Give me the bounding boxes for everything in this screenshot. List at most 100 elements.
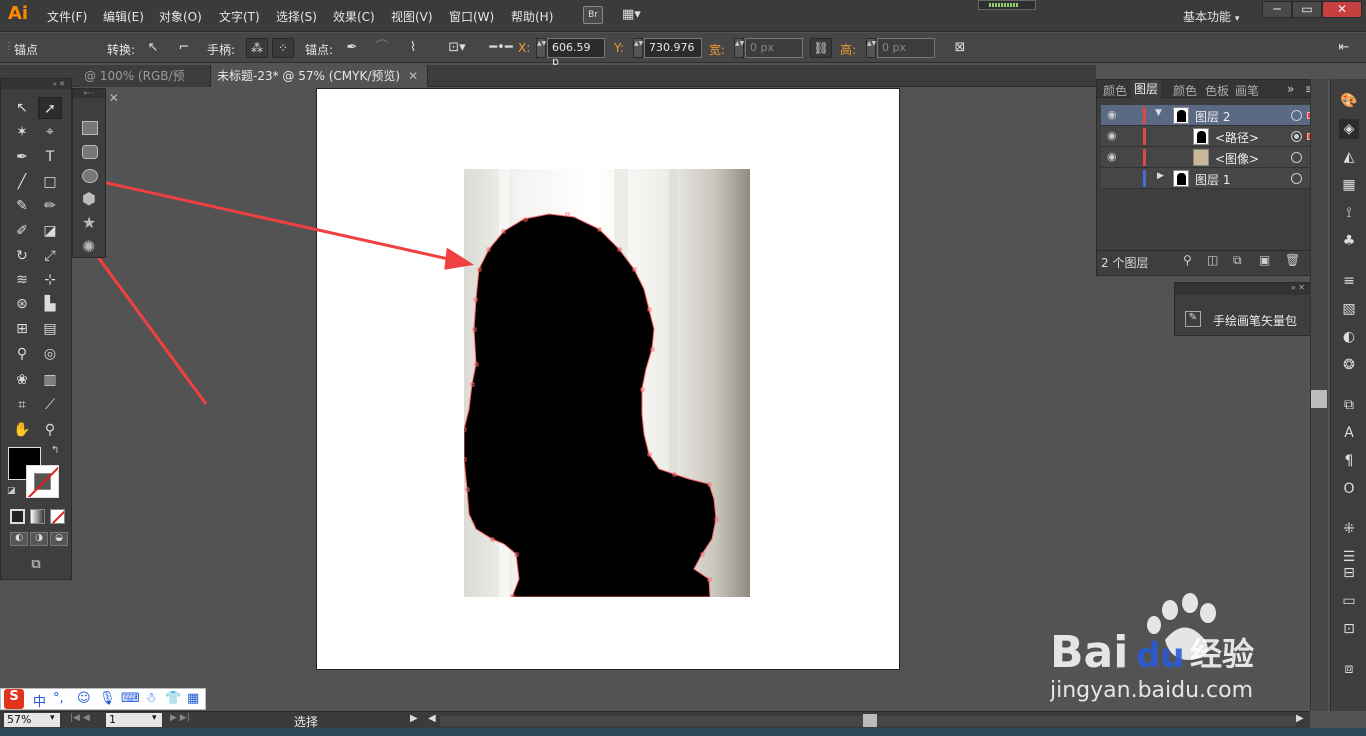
vertical-scroll-thumb[interactable] bbox=[1311, 390, 1327, 408]
mic-icon[interactable]: 🎙 bbox=[99, 691, 116, 706]
polygon-shape-icon[interactable]: ⬢ bbox=[82, 189, 96, 208]
navigator-icon[interactable]: ⊡ bbox=[1339, 619, 1359, 639]
rectangle-shape-icon[interactable] bbox=[82, 121, 98, 135]
stroke-swatch[interactable] bbox=[26, 465, 59, 498]
flyout-header[interactable]: »⋯ bbox=[73, 89, 105, 98]
flare-shape-icon[interactable]: ✺ bbox=[82, 237, 95, 256]
status-menu-icon[interactable]: ▶ bbox=[410, 713, 418, 724]
tab-color[interactable]: 颜色 bbox=[1103, 82, 1127, 99]
brush-item-label[interactable]: 手绘画笔矢量包 bbox=[1213, 312, 1297, 329]
transparency-icon[interactable]: ◐ bbox=[1339, 327, 1359, 347]
draw-behind-icon[interactable]: ◑ bbox=[30, 532, 48, 546]
links-icon[interactable]: ▭ bbox=[1339, 591, 1359, 611]
new-layer-icon[interactable]: ▣ bbox=[1259, 253, 1270, 267]
blend-tool-icon[interactable]: ◎ bbox=[38, 343, 62, 365]
gradient-tool-icon[interactable]: ▤ bbox=[38, 318, 62, 340]
sogou-logo-icon[interactable]: S bbox=[4, 689, 24, 709]
perspective-grid-tool-icon[interactable]: ▙ bbox=[38, 293, 62, 315]
punctuation-icon[interactable]: °, bbox=[53, 691, 64, 706]
rotate-tool-icon[interactable]: ↻ bbox=[10, 245, 34, 267]
visibility-eye-icon[interactable]: ◉ bbox=[1107, 150, 1117, 163]
ime-mode-toggle[interactable]: 中 bbox=[33, 691, 46, 710]
gradient-panel-icon[interactable]: ▧ bbox=[1339, 299, 1359, 319]
swatches-icon[interactable]: ▦ bbox=[1339, 175, 1359, 195]
skin-icon[interactable]: 👕 bbox=[165, 691, 181, 706]
eraser-tool-icon[interactable]: ◪ bbox=[38, 220, 62, 242]
pencil-tool-icon[interactable]: ✏ bbox=[38, 195, 62, 217]
artboard-tool-icon[interactable]: ⌗ bbox=[10, 394, 34, 416]
tab-swatches[interactable]: 色板 bbox=[1205, 82, 1229, 99]
selection-tool-icon[interactable]: ↖ bbox=[10, 97, 34, 119]
none-mode-icon[interactable] bbox=[50, 509, 65, 524]
gradient-mode-icon[interactable] bbox=[30, 509, 45, 524]
color-mode-icon[interactable] bbox=[10, 509, 25, 524]
column-graph-tool-icon[interactable]: ▥ bbox=[38, 369, 62, 391]
draw-normal-icon[interactable]: ◐ bbox=[10, 532, 28, 546]
first-artboard-icon[interactable]: |◀ ◀ bbox=[70, 713, 90, 723]
magic-wand-tool-icon[interactable]: ✶ bbox=[10, 121, 34, 143]
expand-triangle-icon[interactable]: ▼ bbox=[1155, 108, 1162, 118]
symbols-icon[interactable]: ♣ bbox=[1339, 231, 1359, 251]
opentype-icon[interactable]: O bbox=[1339, 479, 1359, 499]
chevron-down-icon[interactable]: ▾ bbox=[50, 713, 55, 723]
layer-row-image[interactable]: ◉ <图像> bbox=[1101, 147, 1317, 168]
color-panel-icon[interactable]: 🎨 bbox=[1339, 91, 1359, 111]
blob-brush-tool-icon[interactable]: ✐ bbox=[10, 220, 34, 242]
scale-tool-icon[interactable]: ⤢ bbox=[38, 245, 62, 267]
swap-colors-icon[interactable]: ↰ bbox=[51, 445, 59, 456]
layer-row-path[interactable]: ◉ <路径> bbox=[1101, 126, 1317, 147]
transform-icon[interactable]: ⁜ bbox=[1339, 519, 1359, 539]
draw-inside-icon[interactable]: ◒ bbox=[50, 532, 68, 546]
locate-object-icon[interactable]: ⚲ bbox=[1183, 253, 1192, 267]
info-icon[interactable]: ⧈ bbox=[1339, 659, 1359, 679]
user-icon[interactable]: ☃ bbox=[145, 691, 157, 706]
slice-tool-icon[interactable]: ⟋ bbox=[38, 394, 62, 416]
pathfinder-icon[interactable]: ⊟ bbox=[1339, 563, 1359, 583]
expand-triangle-icon[interactable]: ▶ bbox=[1157, 171, 1164, 181]
rounded-rectangle-shape-icon[interactable] bbox=[82, 145, 98, 159]
make-clipping-mask-icon[interactable]: ◫ bbox=[1207, 253, 1218, 267]
layer-row-1[interactable]: ▶ 图层 1 bbox=[1101, 168, 1317, 189]
visibility-eye-icon[interactable]: ◉ bbox=[1107, 129, 1117, 142]
layers-panel-icon[interactable]: ◈ bbox=[1339, 119, 1359, 139]
tab-brushes[interactable]: 画笔 bbox=[1235, 82, 1259, 99]
mesh-tool-icon[interactable]: ⊞ bbox=[10, 318, 34, 340]
line-tool-icon[interactable]: ╱ bbox=[10, 171, 34, 193]
new-sublayer-icon[interactable]: ⧉ bbox=[1233, 253, 1242, 268]
target-circle-icon[interactable] bbox=[1291, 173, 1302, 184]
scroll-left-icon[interactable]: ◀ bbox=[428, 713, 436, 724]
delete-layer-icon[interactable]: 🗑 bbox=[1285, 253, 1300, 267]
zoom-tool-icon[interactable]: ⚲ bbox=[38, 419, 62, 441]
next-artboard-icon[interactable]: ▶ ▶| bbox=[170, 713, 190, 723]
artboards-icon[interactable]: ⧉ bbox=[1339, 395, 1359, 415]
shape-builder-tool-icon[interactable]: ⊛ bbox=[10, 293, 34, 315]
emoji-icon[interactable]: ☺ bbox=[77, 691, 91, 706]
layer-row-2[interactable]: ◉ ▼ 图层 2 bbox=[1101, 105, 1317, 126]
color-guide-icon[interactable]: ◭ bbox=[1339, 147, 1359, 167]
tab-color-guide[interactable]: 颜色 bbox=[1173, 82, 1197, 99]
ellipse-shape-icon[interactable] bbox=[82, 169, 98, 183]
horizontal-scroll-thumb[interactable] bbox=[863, 714, 877, 727]
panel-collapse-icon[interactable]: » bbox=[1287, 82, 1294, 96]
paragraph-icon[interactable]: ¶ bbox=[1339, 451, 1359, 471]
brushes-icon[interactable]: ⟟ bbox=[1339, 203, 1359, 223]
warp-tool-icon[interactable]: ≋ bbox=[10, 269, 34, 291]
screen-mode-icon[interactable]: ⧉ bbox=[25, 557, 47, 573]
toolbox-icon[interactable]: ▦ bbox=[187, 691, 199, 706]
eyedropper-tool-icon[interactable]: ⚲ bbox=[10, 343, 34, 365]
direct-selection-tool-icon[interactable]: ➚ bbox=[38, 97, 62, 119]
type-tool-icon[interactable]: T bbox=[38, 146, 62, 168]
rectangle-tool-icon[interactable]: □ bbox=[38, 171, 62, 193]
stroke-panel-icon[interactable]: ≡ bbox=[1339, 271, 1359, 291]
star-shape-icon[interactable]: ★ bbox=[82, 213, 96, 232]
pen-tool-icon[interactable]: ✒ bbox=[10, 146, 34, 168]
keyboard-icon[interactable]: ⌨ bbox=[121, 691, 140, 706]
scroll-right-icon[interactable]: ▶ bbox=[1296, 713, 1304, 724]
default-colors-icon[interactable]: ◪ bbox=[7, 486, 16, 496]
character-icon[interactable]: A bbox=[1339, 423, 1359, 443]
brush-panel-header[interactable]: » ✕ bbox=[1175, 283, 1311, 295]
visibility-eye-icon[interactable]: ◉ bbox=[1107, 108, 1117, 121]
paintbrush-tool-icon[interactable]: ✎ bbox=[10, 195, 34, 217]
target-circle-icon[interactable] bbox=[1291, 110, 1302, 121]
chevron-down-icon[interactable]: ▾ bbox=[152, 713, 157, 723]
